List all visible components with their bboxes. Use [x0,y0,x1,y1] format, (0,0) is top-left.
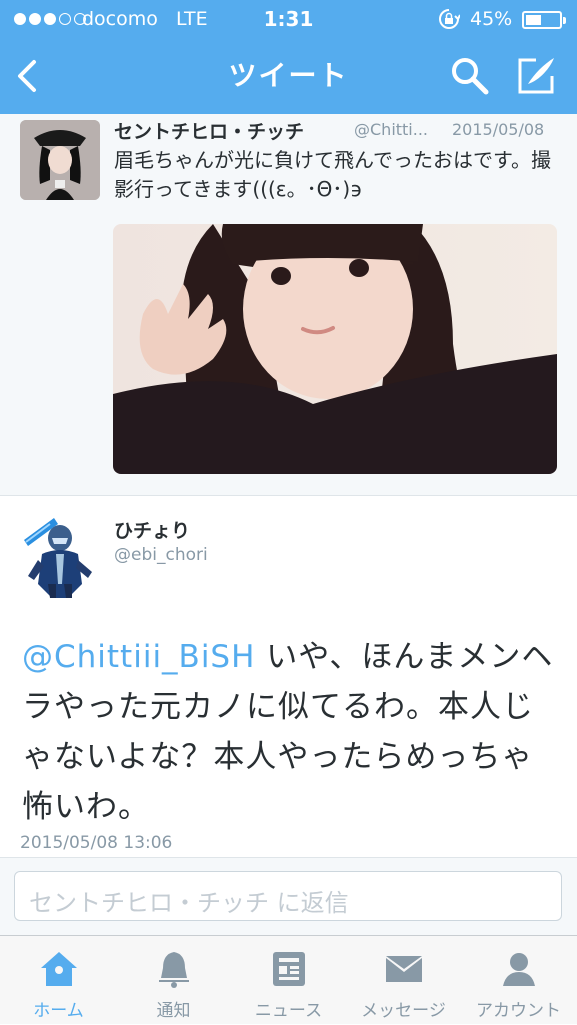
tab-news[interactable]: ニュース [231,936,346,1025]
tab-notifications-label: 通知 [156,1001,191,1021]
tab-account-label: アカウント [476,1001,561,1021]
app-header: docomo LTE 1:31 45% ツイート [0,0,577,114]
battery-icon [522,11,566,29]
quoted-tweet-text: 眉毛ちゃんが光に負けて飛んでったおはです。撮影行ってきます(((ε。･Θ･)϶ [114,148,551,201]
avatar[interactable] [20,120,100,200]
tweet-text: @Chittiii_BiSH いや、ほんまメンヘラやった元カノに似てるわ。本人じ… [22,632,562,832]
quoted-handle: @Chitti... [354,120,429,139]
tab-messages[interactable]: メッセージ [346,936,461,1025]
tab-home-label: ホーム [33,1001,84,1021]
news-icon [273,952,305,986]
reply-bar: セントチヒロ・チッチ に返信 [0,857,577,935]
mention-link[interactable]: @Chittiii_BiSH [22,639,255,675]
search-icon[interactable] [448,54,492,98]
envelope-icon [386,956,422,982]
compose-icon[interactable] [514,54,558,98]
tab-messages-label: メッセージ [361,1001,446,1021]
tweet-timestamp: 2015/05/08 13:06 [20,833,173,853]
author-display-name: ひチょり [114,520,191,542]
author-handle: @ebi_chori [114,545,208,565]
battery-percent: 45% [470,8,513,30]
tab-account[interactable]: アカウント [461,936,576,1025]
avatar[interactable] [20,514,100,598]
tweet-photo[interactable] [113,224,557,474]
home-icon [41,952,77,986]
person-icon [503,953,535,986]
tab-bar: ホーム 通知 ニュース メッセージ アカウント [0,935,577,1024]
tab-home[interactable]: ホーム [1,936,116,1025]
status-bar: docomo LTE 1:31 45% [0,0,577,38]
rotation-lock-icon [439,9,460,29]
tab-news-label: ニュース [254,1001,323,1021]
reply-input[interactable]: セントチヒロ・チッチ に返信 [14,871,562,921]
quoted-date: 2015/05/08 [452,120,545,139]
bell-icon [159,952,189,988]
quoted-display-name: セントチヒロ・チッチ [114,121,305,143]
tab-notifications[interactable]: 通知 [116,936,231,1025]
